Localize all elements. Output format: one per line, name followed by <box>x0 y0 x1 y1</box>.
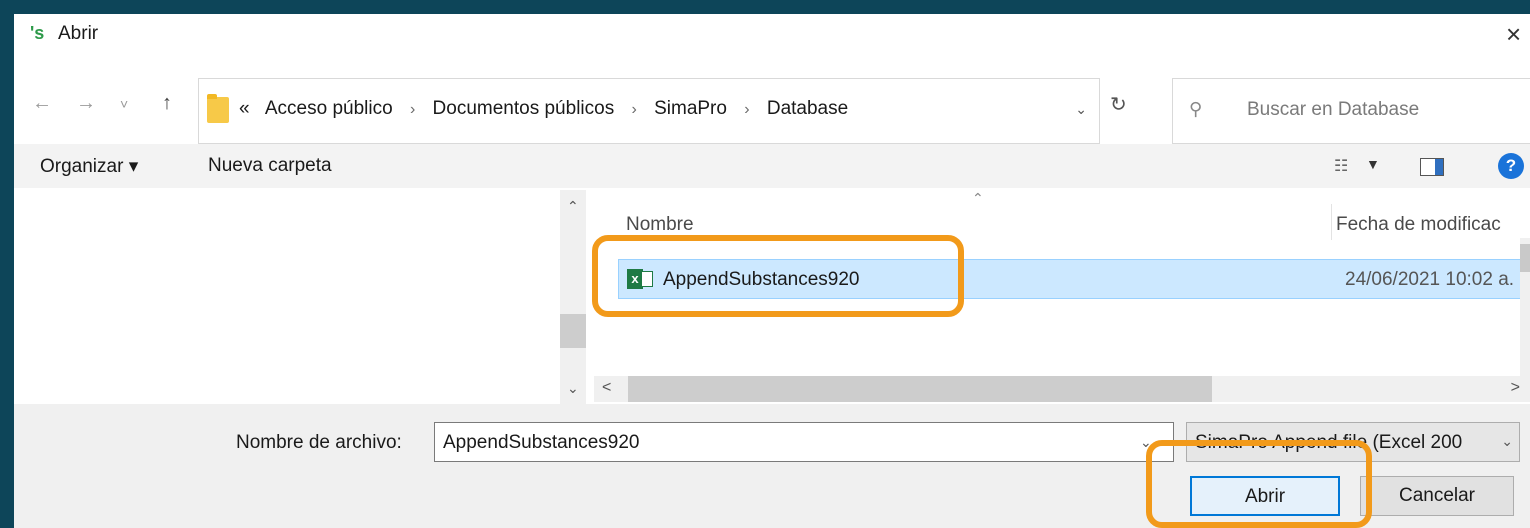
breadcrumb-separator-icon[interactable]: › <box>410 101 415 118</box>
breadcrumb-separator-icon[interactable]: › <box>744 101 749 118</box>
breadcrumb-item-documentos-publicos[interactable]: Documentos públicos <box>433 98 615 119</box>
command-toolbar: Organizar ▾ Nueva carpeta ☷ ▼ ? <box>14 144 1530 188</box>
open-button[interactable]: Abrir <box>1190 476 1340 516</box>
navigation-pane-scrollbar[interactable]: ⌃ ⌄ <box>560 190 586 404</box>
chevron-down-icon[interactable]: ⌄ <box>1075 101 1087 118</box>
open-file-dialog: 's Abrir × ← → ˅ ↑ « Acceso público › Do… <box>14 14 1530 528</box>
file-type-value: SimaPro Append file (Excel 200 <box>1195 432 1463 453</box>
filename-input[interactable]: AppendSubstances920 <box>434 422 1174 462</box>
scroll-down-icon[interactable]: ⌄ <box>567 380 579 397</box>
column-divider[interactable] <box>1331 204 1332 240</box>
close-icon[interactable]: × <box>1506 18 1530 50</box>
file-list-scrollbar[interactable] <box>1520 238 1530 378</box>
breadcrumb-item-database[interactable]: Database <box>767 98 848 119</box>
organize-menu-button[interactable]: Organizar ▾ <box>40 155 138 178</box>
dialog-title: Abrir <box>58 23 99 44</box>
scroll-right-icon[interactable]: > <box>1511 379 1520 397</box>
breadcrumb-overflow[interactable]: « <box>239 98 250 119</box>
file-name: AppendSubstances920 <box>663 269 860 290</box>
chevron-down-icon[interactable]: ▼ <box>1366 156 1380 172</box>
file-date-modified: 24/06/2021 10:02 a. <box>1345 269 1515 290</box>
refresh-icon[interactable]: ↻ <box>1110 92 1127 117</box>
breadcrumb-item-simapro[interactable]: SimaPro <box>654 98 727 119</box>
search-icon: ⚲ <box>1189 99 1203 119</box>
view-options-icon[interactable]: ☷ <box>1334 156 1348 176</box>
forward-arrow-icon[interactable]: → <box>76 92 96 115</box>
scroll-left-icon[interactable]: < <box>602 379 611 397</box>
excel-file-icon: x <box>627 269 653 289</box>
search-placeholder: Buscar en Database <box>1247 99 1420 120</box>
chevron-down-icon[interactable]: ⌄ <box>1140 434 1152 451</box>
recent-locations-chevron-icon[interactable]: ˅ <box>120 96 128 112</box>
folder-icon <box>207 94 229 123</box>
cancel-button[interactable]: Cancelar <box>1360 476 1514 516</box>
up-arrow-icon[interactable]: ↑ <box>162 92 172 115</box>
help-icon[interactable]: ? <box>1498 153 1524 179</box>
chevron-down-icon: ⌄ <box>1501 433 1513 449</box>
breadcrumb-item-acceso-publico[interactable]: Acceso público <box>265 98 393 119</box>
search-input[interactable]: ⚲ Buscar en Database <box>1172 78 1530 144</box>
new-folder-button[interactable]: Nueva carpeta <box>208 155 332 177</box>
scrollbar-thumb[interactable] <box>628 376 1212 402</box>
simapro-app-icon: 's <box>30 23 45 43</box>
preview-pane-icon[interactable] <box>1420 158 1444 176</box>
address-bar[interactable]: « Acceso público › Documentos públicos ›… <box>198 78 1100 144</box>
scrollbar-thumb[interactable] <box>1520 244 1530 272</box>
title-bar: 's Abrir × <box>14 14 1530 54</box>
file-list: ⌃ Nombre Fecha de modificac x AppendSubs… <box>594 190 1530 376</box>
file-type-select[interactable]: SimaPro Append file (Excel 200 ⌄ <box>1186 422 1520 462</box>
breadcrumb-separator-icon[interactable]: › <box>631 101 636 118</box>
back-arrow-icon[interactable]: ← <box>32 92 52 115</box>
horizontal-scrollbar[interactable]: < > <box>594 376 1530 402</box>
filename-label: Nombre de archivo: <box>236 432 402 453</box>
scroll-up-icon[interactable]: ⌃ <box>567 198 579 215</box>
file-row[interactable]: x AppendSubstances920 24/06/2021 10:02 a… <box>618 259 1530 299</box>
navigation-pane[interactable] <box>14 190 560 404</box>
sort-ascending-icon: ⌃ <box>972 190 984 206</box>
dialog-footer: Nombre de archivo: AppendSubstances920 ⌄… <box>14 404 1530 528</box>
column-header-date-modified[interactable]: Fecha de modificac <box>1336 214 1501 236</box>
breadcrumb: « Acceso público › Documentos públicos ›… <box>239 98 848 120</box>
scrollbar-thumb[interactable] <box>560 314 586 348</box>
column-header-name[interactable]: Nombre <box>626 214 694 236</box>
